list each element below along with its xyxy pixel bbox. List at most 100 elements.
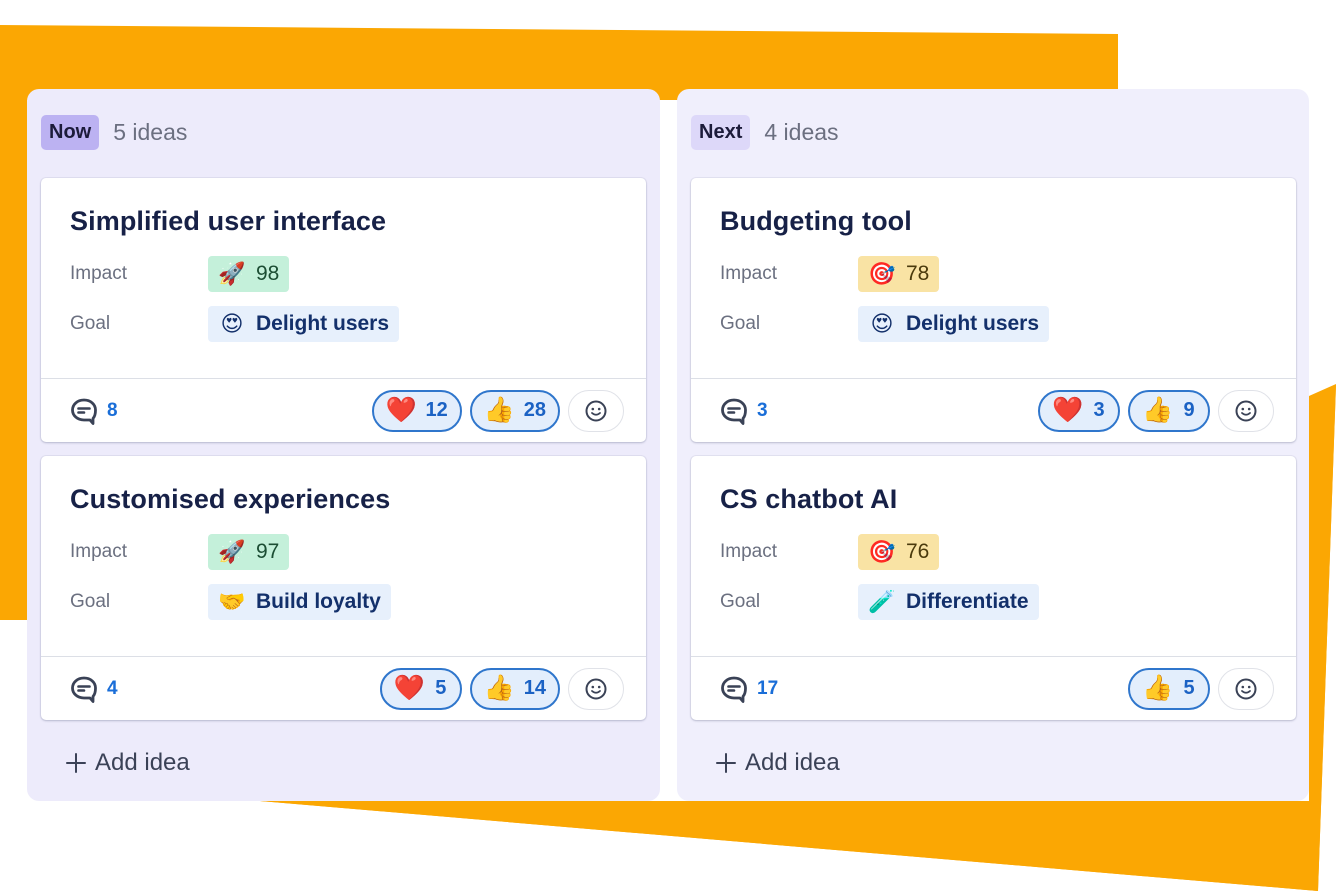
goal-value: Delight users bbox=[906, 312, 1040, 335]
column-status-badge[interactable]: Now bbox=[41, 115, 100, 150]
reaction-button[interactable]: ❤️ 12 bbox=[371, 389, 462, 432]
reaction-button[interactable]: 👍 14 bbox=[469, 667, 560, 710]
add-reaction-button[interactable] bbox=[568, 389, 624, 432]
impact-score-value: 78 bbox=[906, 262, 930, 285]
column-idea-count: 5 ideas bbox=[113, 119, 188, 145]
reaction-count: 5 bbox=[1183, 677, 1195, 699]
smiley-icon bbox=[1235, 400, 1257, 421]
goal-row: Goal 😍 Delight users bbox=[720, 306, 1050, 342]
goal-chip[interactable]: 😍 Delight users bbox=[208, 306, 400, 342]
add-reaction-button[interactable] bbox=[568, 667, 624, 710]
goal-value: Build loyalty bbox=[256, 590, 381, 613]
card-footer: 8 ❤️ 12 👍 28 bbox=[41, 378, 646, 442]
comment-icon bbox=[71, 676, 97, 703]
card-footer: 17 👍 5 bbox=[691, 656, 1296, 720]
impact-label: Impact bbox=[720, 541, 778, 562]
goal-value: Differentiate bbox=[906, 590, 1029, 613]
add-reaction-button[interactable] bbox=[1218, 389, 1274, 432]
idea-card[interactable]: CS chatbot AI Impact 🎯 76 Goal 🧪 Differe… bbox=[691, 456, 1296, 720]
column-header: Next 4 ideas bbox=[691, 115, 839, 150]
comment-count: 8 bbox=[107, 399, 118, 421]
column-next: Next 4 ideas Budgeting tool Impact 🎯 78 … bbox=[677, 89, 1309, 801]
goal-chip[interactable]: 🧪 Differentiate bbox=[858, 584, 1039, 620]
comments-button[interactable]: 17 bbox=[719, 674, 778, 704]
reaction-button[interactable]: 👍 28 bbox=[469, 389, 560, 432]
impact-row: Impact 🚀 98 bbox=[70, 256, 290, 292]
comment-count: 3 bbox=[757, 399, 768, 421]
impact-score-value: 97 bbox=[256, 540, 280, 563]
plus-icon bbox=[716, 753, 736, 773]
goal-label: Goal bbox=[70, 313, 111, 334]
comment-count: 17 bbox=[757, 677, 779, 699]
comment-icon bbox=[721, 676, 747, 703]
impact-score-value: 76 bbox=[906, 540, 930, 563]
impact-row: Impact 🎯 76 bbox=[720, 534, 940, 570]
reaction-count: 14 bbox=[523, 677, 546, 699]
column-header: Now 5 ideas bbox=[41, 115, 187, 150]
goal-label: Goal bbox=[720, 591, 761, 612]
impact-score-chip[interactable]: 🎯 78 bbox=[858, 256, 940, 292]
idea-card[interactable]: Simplified user interface Impact 🚀 98 Go… bbox=[41, 178, 646, 442]
smiley-icon bbox=[585, 678, 607, 699]
reactions: 👍 5 bbox=[1128, 667, 1274, 710]
impact-label: Impact bbox=[70, 263, 128, 284]
impact-label: Impact bbox=[70, 541, 128, 562]
idea-title[interactable]: CS chatbot AI bbox=[720, 484, 897, 515]
comment-icon bbox=[721, 398, 747, 425]
rocket-icon: 🚀 bbox=[218, 539, 246, 564]
add-idea-button[interactable]: Add idea bbox=[65, 749, 190, 777]
target-icon: 🎯 bbox=[868, 539, 896, 564]
heart-icon: ❤️ bbox=[1052, 396, 1084, 424]
comment-count: 4 bbox=[107, 677, 118, 699]
reactions: ❤️ 5 👍 14 bbox=[379, 667, 624, 710]
idea-title[interactable]: Simplified user interface bbox=[70, 206, 386, 237]
thumbs-up-icon: 👍 bbox=[1142, 396, 1174, 424]
goal-row: Goal 🤝 Build loyalty bbox=[70, 584, 391, 620]
goal-chip[interactable]: 🤝 Build loyalty bbox=[208, 584, 391, 620]
handshake-icon: 🤝 bbox=[218, 589, 246, 614]
heart-icon: ❤️ bbox=[385, 396, 417, 424]
goal-chip[interactable]: 😍 Delight users bbox=[858, 306, 1050, 342]
add-idea-button[interactable]: Add idea bbox=[715, 749, 840, 777]
reaction-button[interactable]: ❤️ 5 bbox=[379, 667, 462, 710]
idea-card[interactable]: Customised experiences Impact 🚀 97 Goal … bbox=[41, 456, 646, 720]
comments-button[interactable]: 3 bbox=[719, 396, 768, 426]
reaction-count: 28 bbox=[523, 399, 546, 421]
target-icon: 🎯 bbox=[868, 261, 896, 286]
heart-eyes-icon: 😍 bbox=[220, 311, 244, 336]
heart-icon: ❤️ bbox=[393, 674, 425, 702]
goal-row: Goal 😍 Delight users bbox=[70, 306, 400, 342]
impact-row: Impact 🚀 97 bbox=[70, 534, 290, 570]
card-footer: 3 ❤️ 3 👍 9 bbox=[691, 378, 1296, 442]
goal-value: Delight users bbox=[256, 312, 390, 335]
thumbs-up-icon: 👍 bbox=[483, 396, 515, 424]
add-idea-label: Add idea bbox=[745, 749, 840, 776]
reaction-button[interactable]: 👍 9 bbox=[1128, 389, 1210, 432]
smiley-icon bbox=[585, 400, 607, 421]
goal-row: Goal 🧪 Differentiate bbox=[720, 584, 1039, 620]
test-tube-icon: 🧪 bbox=[868, 589, 896, 614]
column-idea-count: 4 ideas bbox=[764, 119, 839, 145]
impact-score-chip[interactable]: 🚀 98 bbox=[208, 256, 290, 292]
reaction-button[interactable]: 👍 5 bbox=[1128, 667, 1210, 710]
comments-button[interactable]: 4 bbox=[69, 674, 118, 704]
card-footer: 4 ❤️ 5 👍 14 bbox=[41, 656, 646, 720]
column-status-badge[interactable]: Next bbox=[691, 115, 751, 150]
thumbs-up-icon: 👍 bbox=[1142, 674, 1174, 702]
reaction-button[interactable]: ❤️ 3 bbox=[1038, 389, 1120, 432]
impact-score-chip[interactable]: 🎯 76 bbox=[858, 534, 940, 570]
reaction-count: 3 bbox=[1093, 399, 1105, 421]
add-reaction-button[interactable] bbox=[1218, 667, 1274, 710]
reaction-count: 12 bbox=[425, 399, 448, 421]
comments-button[interactable]: 8 bbox=[69, 396, 118, 426]
reactions: ❤️ 3 👍 9 bbox=[1038, 389, 1274, 432]
idea-title[interactable]: Budgeting tool bbox=[720, 206, 912, 237]
smiley-icon bbox=[1235, 678, 1257, 699]
goal-label: Goal bbox=[720, 313, 761, 334]
impact-score-chip[interactable]: 🚀 97 bbox=[208, 534, 290, 570]
reaction-count: 9 bbox=[1183, 399, 1195, 421]
goal-label: Goal bbox=[70, 591, 111, 612]
idea-card[interactable]: Budgeting tool Impact 🎯 78 Goal 😍 Deligh… bbox=[691, 178, 1296, 442]
column-now: Now 5 ideas Simplified user interface Im… bbox=[27, 89, 660, 801]
idea-title[interactable]: Customised experiences bbox=[70, 484, 390, 515]
